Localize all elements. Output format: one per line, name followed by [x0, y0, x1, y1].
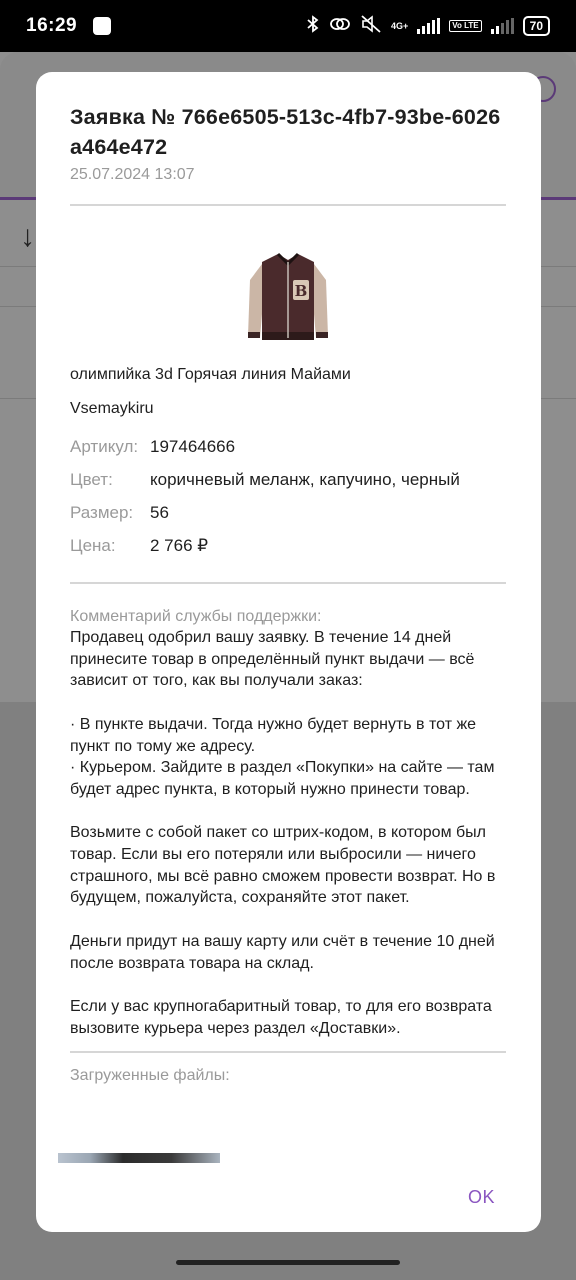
battery-icon: 70: [522, 16, 550, 36]
signal-icon-2: [490, 18, 514, 34]
attribute-row-size: Размер: 56: [70, 496, 507, 529]
request-date: 25.07.2024 13:07: [70, 166, 195, 183]
uploaded-file-thumbnail[interactable]: [58, 1153, 220, 1163]
dialog-content: Заявка № 766e6505-513c-4fb7-93be-6026a46…: [36, 72, 541, 1085]
attribute-value: 2 766 ₽: [150, 536, 209, 555]
bluetooth-icon: [306, 14, 320, 38]
attribute-label: Цена:: [70, 536, 116, 555]
attribute-value: 197464666: [150, 437, 236, 456]
attribute-label: Размер:: [70, 503, 134, 522]
divider: [70, 582, 506, 584]
product-attributes: Артикул: 197464666 Цвет: коричневый мела…: [70, 430, 507, 562]
divider: [70, 204, 506, 206]
volte-icon: Vo LTE: [449, 20, 482, 32]
attribute-label: Артикул:: [70, 437, 139, 456]
attribute-row-color: Цвет: коричневый меланж, капучино, черны…: [70, 463, 507, 496]
mute-icon: [360, 14, 382, 38]
product-image: B: [248, 250, 328, 344]
network-type: 4G+: [391, 20, 409, 31]
link-icon: [329, 16, 351, 37]
home-indicator[interactable]: [176, 1260, 400, 1265]
support-comment-label: Комментарий службы поддержки:: [70, 608, 322, 625]
support-comment-text: Продавец одобрил вашу заявку. В течение …: [70, 629, 496, 1037]
sort-arrow-icon: ↓: [20, 220, 35, 253]
product-name: олимпийка 3d Горячая линия Майами: [70, 366, 351, 383]
dialog-title: Заявка № 766e6505-513c-4fb7-93be-6026a46…: [70, 105, 501, 159]
attribute-row-article: Артикул: 197464666: [70, 430, 507, 463]
status-icons: 4G+ Vo LTE 70: [306, 14, 550, 38]
jacket-image: B: [248, 252, 328, 340]
status-bar: 16:29 4G+ Vo LTE 70: [0, 0, 576, 52]
notification-icon: [93, 17, 112, 35]
uploaded-files-label: Загруженные файлы:: [70, 1067, 230, 1085]
divider: [70, 1051, 506, 1054]
ok-button[interactable]: OK: [468, 1187, 495, 1208]
signal-icon: [417, 18, 441, 34]
attribute-value: коричневый меланж, капучино, черный: [150, 470, 460, 489]
attribute-label: Цвет:: [70, 470, 113, 489]
attribute-value: 56: [150, 503, 169, 522]
seller-name: Vsemaykiru: [70, 400, 154, 417]
request-dialog: Заявка № 766e6505-513c-4fb7-93be-6026a46…: [36, 72, 541, 1232]
svg-text:B: B: [295, 282, 308, 300]
attribute-row-price: Цена: 2 766 ₽: [70, 529, 507, 562]
status-time: 16:29: [26, 15, 78, 36]
